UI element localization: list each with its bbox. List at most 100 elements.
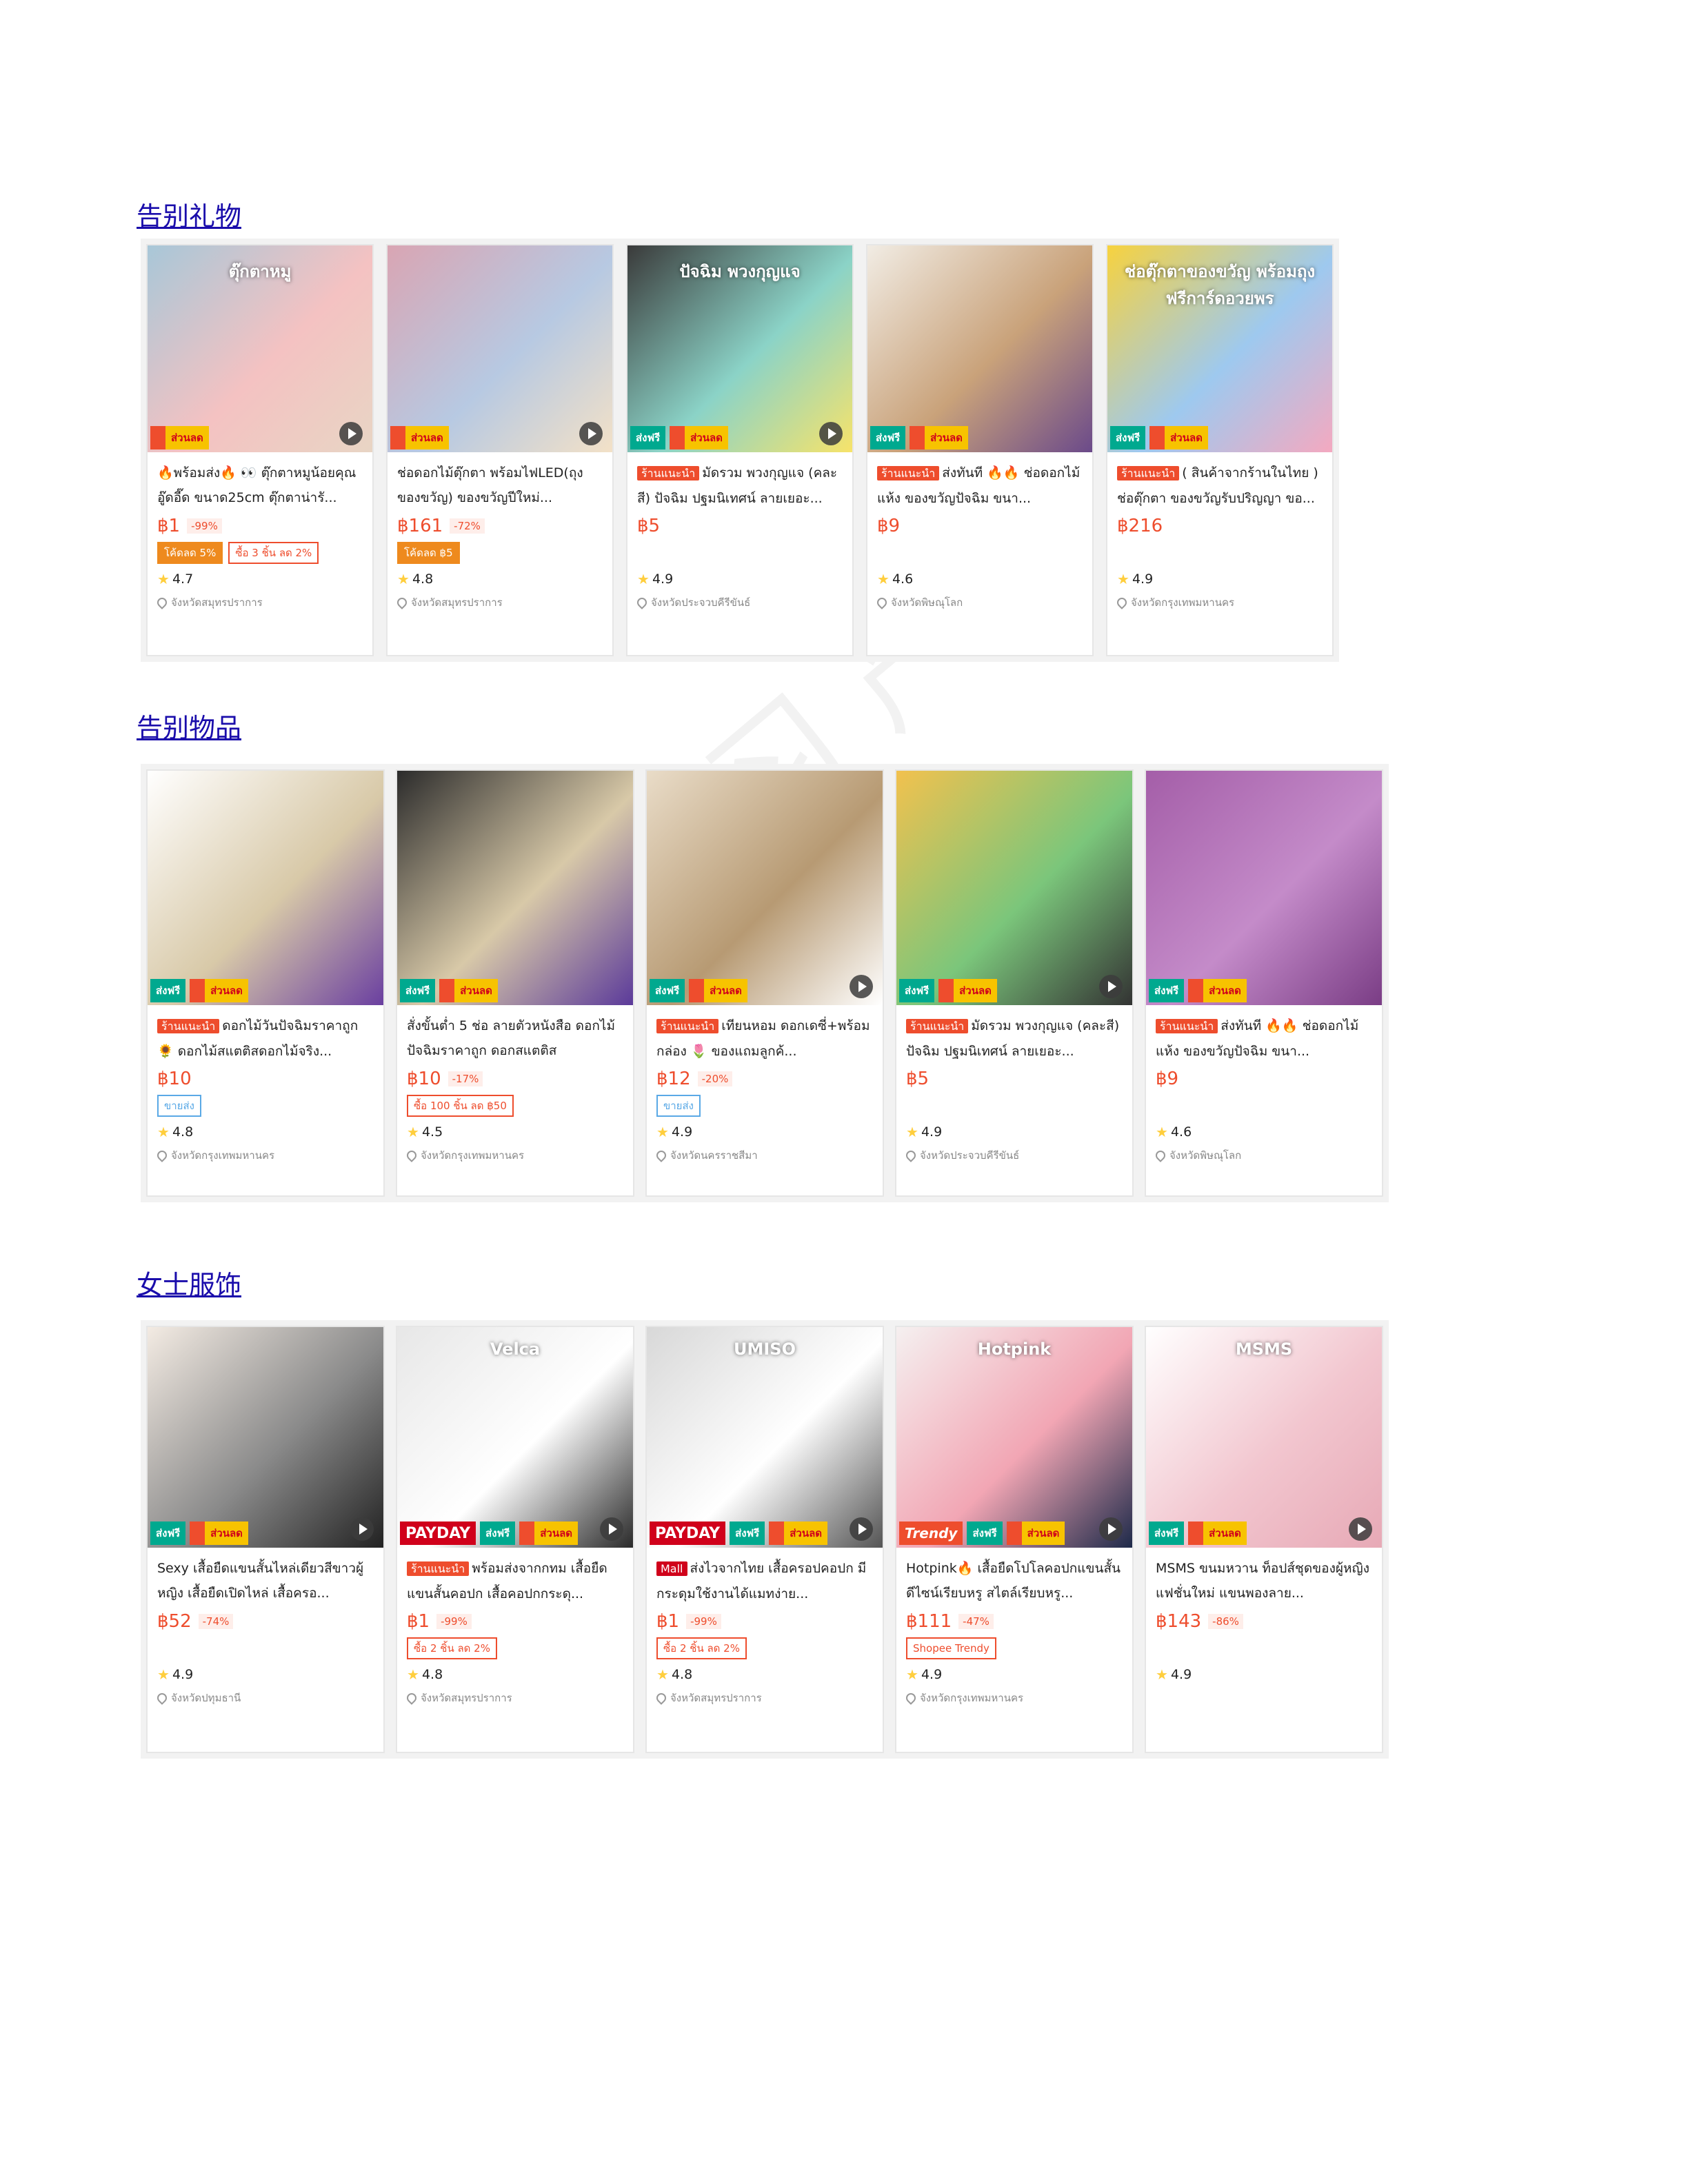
play-video-icon[interactable] [579, 422, 603, 445]
product-title[interactable]: ร้านแนะนำ เทียนหอม ดอกเดซี่+พร้อมกล่อง 🌷 … [656, 1013, 873, 1063]
product-title[interactable]: ร้านแนะนำ มัดรวม พวงกุญแจ (คละสี) ปัจฉิม … [637, 461, 843, 510]
rating-value: 4.7 [172, 572, 194, 587]
promo-badge: ส่วนลด [1188, 979, 1247, 1002]
section-title-link[interactable]: 告别礼物 [137, 195, 241, 233]
rating-value: 4.9 [921, 1124, 943, 1140]
product-title[interactable]: MSMS ขนมหวาน ท็อปส์ชุดของผู้หญิง แฟชั่นใ… [1156, 1556, 1372, 1606]
product-card[interactable]: ส่งฟรี ส่วนลดร้านแนะนำ มัดรวม พวงกุญแจ (คล… [895, 769, 1134, 1197]
price-row: ฿5 [906, 1069, 1123, 1089]
voucher-tag[interactable]: โค้ดลด 5% [157, 542, 223, 564]
product-title[interactable]: สั่งขั้นต่ำ 5 ช่อ ลายตัวหนังสือ ดอกไม้ปั… [407, 1013, 623, 1063]
voucher-list: ซื้อ 100 ชิ้น ลด ฿50 [407, 1095, 623, 1117]
product-rating: ★ 4.9 [656, 1124, 873, 1140]
product-image[interactable]: Hotpink Trendy ส่งฟรี ส่วนลด [896, 1327, 1132, 1548]
product-card[interactable]: MSMS ส่งฟรี ส่วนลด MSMS ขนมหวาน ท็อปส์ชุดขอ… [1145, 1326, 1383, 1753]
voucher-list: ซื้อ 2 ชิ้น ลด 2% [656, 1637, 873, 1659]
product-card[interactable]: ช่อตุ๊กตาของขวัญ พร้อมถุง ฟรีการ์ดอวยพรส… [1106, 244, 1334, 656]
star-icon: ★ [877, 571, 890, 587]
star-icon: ★ [157, 1124, 170, 1140]
product-title[interactable]: Sexy เสื้อยืดแขนสั้นไหล่เดียวสีขาวผู้หญิ… [157, 1556, 374, 1606]
product-image[interactable]: ส่วนลด [388, 245, 612, 452]
product-image[interactable]: Velca PAYDAY ส่งฟรี ส่วนลด [397, 1327, 633, 1548]
promo-badge: ส่วนลด [769, 1521, 827, 1545]
product-image[interactable]: ส่งฟรี ส่วนลด [647, 771, 883, 1005]
play-video-icon[interactable] [850, 1517, 873, 1541]
location-pin-icon [1115, 596, 1129, 609]
product-image[interactable]: ส่งฟรี ส่วนลด [148, 771, 383, 1005]
product-title[interactable]: Mall ส่งไวจากไทย เสื้อครอปคอปก มีกระดุมใช… [656, 1556, 873, 1606]
product-title[interactable]: ร้านแนะนำ ดอกไม้วันปัจฉิมราคาถูก 🌻 ดอกไม้… [157, 1013, 374, 1063]
voucher-tag[interactable]: โค้ดลด ฿5 [397, 542, 460, 564]
product-card[interactable]: ตุ๊กตาหมู ส่วนลด 🔥พร้อมส่ง🔥 👀 ตุ๊กตาหมูน้อ… [146, 244, 374, 656]
product-card[interactable]: ส่งฟรี ส่วนลดร้านแนะนำ ส่งทันที 🔥🔥 ช่อดอกไ… [866, 244, 1094, 656]
product-location: จังหวัดนครราชสีมา [654, 1147, 873, 1164]
product-title[interactable]: Hotpink🔥 เสื้อยืดโปโลคอปกแขนสั้น ดีไซน์เ… [906, 1556, 1123, 1606]
product-card[interactable]: ปัจฉิม พวงกุญแจ ส่งฟรี ส่วนลดร้านแนะนำ มัดร… [626, 244, 854, 656]
product-image[interactable]: ส่งฟรี ส่วนลด [397, 771, 633, 1005]
product-card[interactable]: UMISO PAYDAY ส่งฟรี ส่วนลด Mall ส่งไวจากไทย เ… [645, 1326, 884, 1753]
image-overlay-text: Velca [490, 1339, 541, 1359]
play-video-icon[interactable] [339, 422, 363, 445]
product-rating: ★ 4.8 [397, 571, 603, 587]
product-image[interactable]: ส่งฟรี ส่วนลด [1146, 771, 1382, 1005]
play-video-icon[interactable] [1099, 1517, 1123, 1541]
product-card[interactable]: ส่งฟรี ส่วนลดร้านแนะนำ ส่งทันที 🔥🔥 ช่อดอกไ… [1145, 769, 1383, 1197]
product-title[interactable]: ร้านแนะนำ ส่งทันที 🔥🔥 ช่อดอกไม้แห้ง ของขว… [1156, 1013, 1372, 1063]
product-image[interactable]: ส่งฟรี ส่วนลด [896, 771, 1132, 1005]
product-image[interactable]: MSMS ส่งฟรี ส่วนลด [1146, 1327, 1382, 1548]
promo-badge: PAYDAY [400, 1521, 476, 1545]
product-image[interactable]: ตุ๊กตาหมู ส่วนลด [148, 245, 372, 452]
location-text: จังหวัดกรุงเทพมหานคร [920, 1692, 1024, 1704]
play-video-icon[interactable] [850, 975, 873, 998]
product-card[interactable]: ส่งฟรี ส่วนลดสั่งขั้นต่ำ 5 ช่อ ลายตัวหนัง… [396, 769, 634, 1197]
product-title[interactable]: 🔥พร้อมส่ง🔥 👀 ตุ๊กตาหมูน้อยคุณอู๊ดอี๊ด ขน… [157, 461, 363, 510]
product-price: ฿9 [877, 516, 901, 536]
product-grid: ส่งฟรี ส่วนลด Sexy เสื้อยืดแขนสั้นไหล่เดีย… [141, 1320, 1389, 1759]
voucher-tag[interactable]: ซื้อ 100 ชิ้น ลด ฿50 [407, 1095, 514, 1117]
product-rating: ★ 4.5 [407, 1124, 623, 1140]
product-title[interactable]: ร้านแนะนำ มัดรวม พวงกุญแจ (คละสี) ปัจฉิม … [906, 1013, 1123, 1063]
location-text: จังหวัดกรุงเทพมหานคร [1131, 596, 1235, 609]
product-image[interactable]: ช่อตุ๊กตาของขวัญ พร้อมถุง ฟรีการ์ดอวยพรส… [1107, 245, 1332, 452]
voucher-list: ขายส่ง [656, 1095, 873, 1117]
promo-badge: ส่วนลด [439, 979, 498, 1002]
product-rating: ★ 4.9 [637, 571, 843, 587]
play-video-icon[interactable] [1349, 1517, 1372, 1541]
play-video-icon[interactable] [350, 1517, 374, 1541]
product-title[interactable]: ช่อดอกไม้ตุ๊กตา พร้อมไฟLED(ถุงของขวัญ) ข… [397, 461, 603, 510]
play-video-icon[interactable] [819, 422, 843, 445]
product-title-text: MSMS ขนมหวาน ท็อปส์ชุดของผู้หญิง แฟชั่นใ… [1156, 1561, 1369, 1601]
product-card[interactable]: ส่งฟรี ส่วนลด Sexy เสื้อยืดแขนสั้นไหล่เดีย… [146, 1326, 385, 1753]
voucher-tag[interactable]: ซื้อ 2 ชิ้น ลด 2% [407, 1637, 497, 1659]
product-title[interactable]: ร้านแนะนำ พร้อมส่งจากกทม เสื้อยืดแขนสั้นค… [407, 1556, 623, 1606]
section-title-link[interactable]: 女士服饰 [137, 1264, 241, 1302]
voucher-tag[interactable]: ซื้อ 3 ชิ้น ลด 2% [228, 542, 319, 564]
play-video-icon[interactable] [600, 1517, 623, 1541]
product-image[interactable]: ปัจฉิม พวงกุญแจ ส่งฟรี ส่วนลด [627, 245, 852, 452]
product-card[interactable]: ส่งฟรี ส่วนลดร้านแนะนำ เทียนหอม ดอกเดซี่+พ… [645, 769, 884, 1197]
rating-value: 4.8 [421, 1667, 443, 1682]
play-video-icon[interactable] [1099, 975, 1123, 998]
product-card[interactable]: Velca PAYDAY ส่งฟรี ส่วนลด ร้านแนะนำ พร้อมส่ง… [396, 1326, 634, 1753]
product-image-art [388, 245, 612, 452]
product-card[interactable]: Hotpink Trendy ส่งฟรี ส่วนลด Hotpink🔥 เสื้อย… [895, 1326, 1134, 1753]
product-rating: ★ 4.9 [906, 1124, 1123, 1140]
product-image-art [397, 1327, 633, 1548]
product-rating: ★ 4.6 [877, 571, 1083, 587]
promo-badge: ส่งฟรี [730, 1521, 765, 1545]
product-card[interactable]: ส่วนลดช่อดอกไม้ตุ๊กตา พร้อมไฟLED(ถุงของข… [386, 244, 614, 656]
product-image[interactable]: ส่งฟรี ส่วนลด [148, 1327, 383, 1548]
section-title-link[interactable]: 告别物品 [137, 707, 241, 745]
product-card[interactable]: ส่งฟรี ส่วนลดร้านแนะนำ ดอกไม้วันปัจฉิมราคา… [146, 769, 385, 1197]
voucher-tag[interactable]: Shopee Trendy [906, 1637, 996, 1659]
product-image[interactable]: ส่งฟรี ส่วนลด [867, 245, 1092, 452]
product-image[interactable]: UMISO PAYDAY ส่งฟรี ส่วนลด [647, 1327, 883, 1548]
discount-percent: -99% [187, 518, 222, 534]
product-title[interactable]: ร้านแนะนำ ส่งทันที 🔥🔥 ช่อดอกไม้แห้ง ของขว… [877, 461, 1083, 510]
voucher-list [1156, 1637, 1372, 1659]
voucher-tag[interactable]: ซื้อ 2 ชิ้น ลด 2% [656, 1637, 747, 1659]
product-title[interactable]: ร้านแนะนำ( สินค้าจากร้านในไทย ) ช่อตุ๊กต… [1117, 461, 1323, 510]
voucher-tag[interactable]: ขายส่ง [656, 1095, 701, 1117]
voucher-tag[interactable]: ขายส่ง [157, 1095, 201, 1117]
star-icon: ★ [407, 1124, 419, 1140]
